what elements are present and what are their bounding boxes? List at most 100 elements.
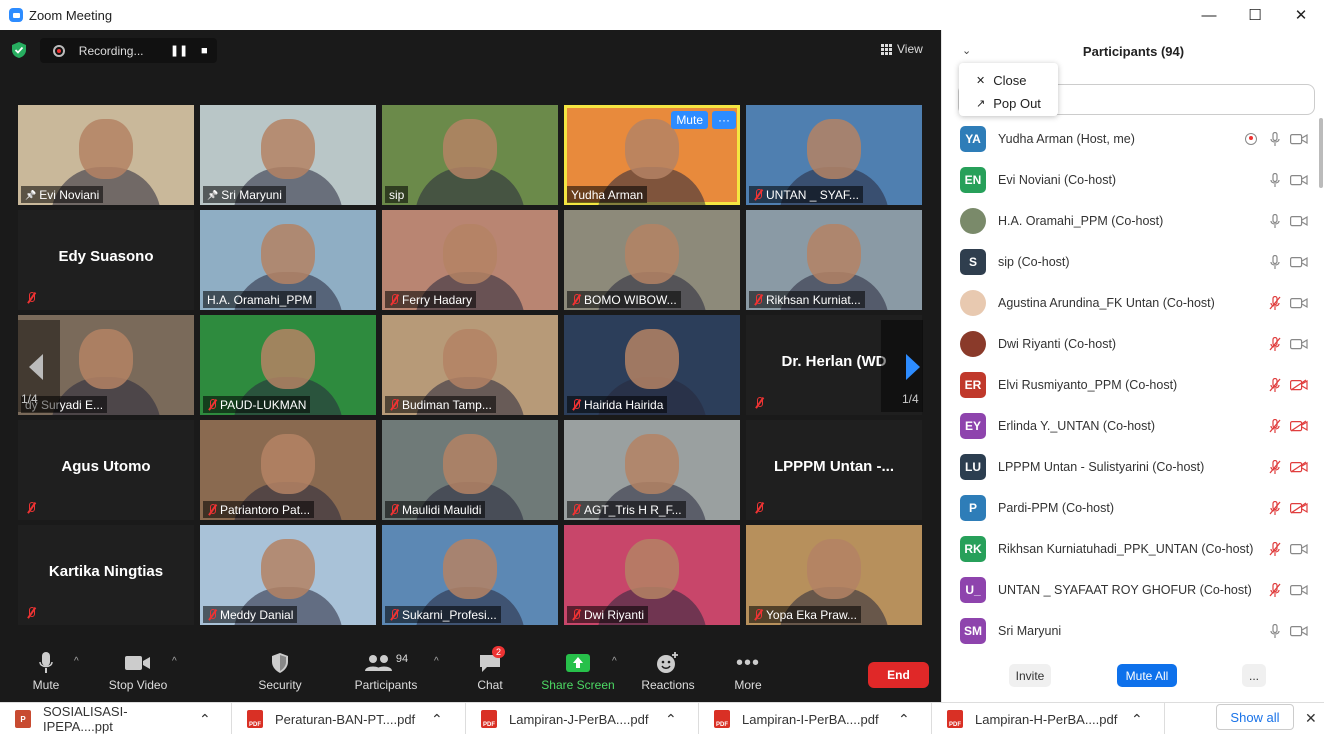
video-tile[interactable]: Hairida Hairida <box>564 315 740 415</box>
video-camera-icon[interactable] <box>1290 133 1308 145</box>
microphone-icon[interactable] <box>1269 254 1281 269</box>
chevron-up-icon[interactable]: ⌃ <box>665 711 677 728</box>
video-camera-icon[interactable] <box>1290 256 1308 268</box>
video-tile[interactable]: Ferry Hadary <box>382 210 558 310</box>
chevron-up-icon[interactable]: ⌃ <box>898 711 910 728</box>
participant-row[interactable]: ER Elvi Rusmiyanto_PPM (Co-host) <box>942 364 1324 405</box>
download-item[interactable]: PDF Lampiran-I-PerBA....pdf ⌃ <box>699 703 932 734</box>
video-tile[interactable]: BOMO WIBOW... <box>564 210 740 310</box>
microphone-muted-icon[interactable] <box>1269 459 1281 474</box>
video-tile[interactable]: Agus Utomo <box>18 420 194 520</box>
participant-row[interactable]: YA Yudha Arman (Host, me) <box>942 118 1324 159</box>
close-window-button[interactable]: ✕ <box>1278 0 1324 30</box>
end-meeting-button[interactable]: End <box>868 662 929 688</box>
chevron-up-icon[interactable]: ⌃ <box>199 711 211 728</box>
more-button[interactable]: ••• More <box>730 650 766 693</box>
share-screen-button[interactable]: Share Screen <box>540 650 616 692</box>
video-tile[interactable]: H.A. Oramahi_PPM <box>200 210 376 310</box>
video-camera-off-icon[interactable] <box>1290 501 1308 514</box>
video-tile[interactable]: 📌 Evi Noviani <box>18 105 194 205</box>
microphone-icon[interactable] <box>1269 131 1281 146</box>
mute-all-button[interactable]: Mute All <box>1117 664 1177 687</box>
next-page-button[interactable]: 1/4 <box>881 320 923 412</box>
microphone-muted-icon[interactable] <box>1269 295 1281 310</box>
participant-row[interactable]: LU LPPPM Untan - Sulistyarini (Co-host) <box>942 446 1324 487</box>
video-tile[interactable]: Patriantoro Pat... <box>200 420 376 520</box>
video-tile[interactable]: Meddy Danial <box>200 525 376 625</box>
menu-item-pop-out[interactable]: ↗ Pop Out <box>959 92 1058 115</box>
video-camera-icon[interactable] <box>1290 584 1308 596</box>
tile-mute-button[interactable]: Mute <box>671 111 708 129</box>
participant-row[interactable]: P Pardi-PPM (Co-host) <box>942 487 1324 528</box>
download-item[interactable]: P SOSIALISASI-IPEPA....ppt ⌃ <box>0 703 232 734</box>
video-tile[interactable]: LPPPM Untan -... <box>746 420 922 520</box>
video-tile[interactable]: Yopa Eka Praw... <box>746 525 922 625</box>
download-item[interactable]: PDF Lampiran-J-PerBA....pdf ⌃ <box>466 703 699 734</box>
video-tile[interactable]: AGT_Tris H R_F... <box>564 420 740 520</box>
video-tile[interactable]: Budiman Tamp... <box>382 315 558 415</box>
participant-row[interactable]: Dwi Riyanti (Co-host) <box>942 323 1324 364</box>
video-camera-off-icon[interactable] <box>1290 378 1308 391</box>
video-tile[interactable]: Yudha Arman Mute ··· <box>564 105 740 205</box>
view-button[interactable]: View <box>881 42 923 56</box>
microphone-icon[interactable] <box>1269 623 1281 638</box>
participant-row[interactable]: Agustina Arundina_FK Untan (Co-host) <box>942 282 1324 323</box>
menu-item-close[interactable]: ✕ Close <box>959 69 1058 92</box>
participant-row[interactable]: H.A. Oramahi_PPM (Co-host) <box>942 200 1324 241</box>
video-tile[interactable]: UNTAN _ SYAF... <box>746 105 922 205</box>
invite-button[interactable]: Invite <box>1009 664 1051 687</box>
video-camera-icon[interactable] <box>1290 543 1308 555</box>
chevron-up-icon[interactable]: ⌃ <box>431 711 443 728</box>
video-tile[interactable]: 📌 Sri Maryuni <box>200 105 376 205</box>
microphone-icon[interactable] <box>1269 213 1281 228</box>
participant-row[interactable]: EY Erlinda Y._UNTAN (Co-host) <box>942 405 1324 446</box>
participant-row[interactable]: U_ UNTAN _ SYAFAAT ROY GHOFUR (Co-host) <box>942 569 1324 610</box>
video-camera-icon[interactable] <box>1290 174 1308 186</box>
maximize-button[interactable]: ☐ <box>1232 0 1278 30</box>
tile-more-button[interactable]: ··· <box>712 111 736 129</box>
mute-options-caret-icon[interactable]: ^ <box>74 656 79 667</box>
video-tile[interactable]: PAUD-LUKMAN <box>200 315 376 415</box>
security-button[interactable]: Security <box>252 650 308 692</box>
reactions-button[interactable]: Reactions <box>638 650 698 692</box>
participants-options-caret-icon[interactable]: ^ <box>434 656 439 667</box>
microphone-muted-icon[interactable] <box>1269 582 1281 597</box>
participants-button[interactable]: 94 Participants <box>350 650 422 692</box>
video-camera-icon[interactable] <box>1290 297 1308 309</box>
download-item[interactable]: PDF Peraturan-BAN-PT....pdf ⌃ <box>232 703 466 734</box>
security-shield-icon[interactable] <box>11 41 27 59</box>
prev-page-button[interactable]: 1/4 <box>18 320 60 412</box>
video-camera-icon[interactable] <box>1290 338 1308 350</box>
mute-button[interactable]: Mute <box>24 650 68 692</box>
microphone-muted-icon[interactable] <box>1269 541 1281 556</box>
video-camera-icon[interactable] <box>1290 215 1308 227</box>
pause-recording-icon[interactable]: ❚❚ <box>166 44 191 57</box>
microphone-muted-icon[interactable] <box>1269 500 1281 515</box>
video-camera-off-icon[interactable] <box>1290 419 1308 432</box>
chat-button[interactable]: 2 Chat <box>470 646 510 692</box>
minimize-button[interactable]: — <box>1186 0 1232 30</box>
video-camera-off-icon[interactable] <box>1290 460 1308 473</box>
video-tile[interactable]: sip <box>382 105 558 205</box>
video-tile[interactable]: Edy Suasono <box>18 210 194 310</box>
participant-row[interactable]: EN Evi Noviani (Co-host) <box>942 159 1324 200</box>
microphone-muted-icon[interactable] <box>1269 418 1281 433</box>
video-tile[interactable]: Kartika Ningtias <box>18 525 194 625</box>
participant-row[interactable]: RK Rikhsan Kurniatuhadi_PPK_UNTAN (Co-hos… <box>942 528 1324 569</box>
video-tile[interactable]: Rikhsan Kurniat... <box>746 210 922 310</box>
stop-recording-icon[interactable]: ■ <box>192 45 217 57</box>
participants-scrollbar[interactable] <box>1319 118 1323 188</box>
microphone-muted-icon[interactable] <box>1269 336 1281 351</box>
close-downloads-bar-icon[interactable]: ✕ <box>1305 710 1317 727</box>
panel-more-button[interactable]: ... <box>1242 664 1266 687</box>
video-tile[interactable]: Dwi Riyanti <box>564 525 740 625</box>
participant-row[interactable]: SM Sri Maryuni <box>942 610 1324 651</box>
video-tile[interactable]: Sukarni_Profesi... <box>382 525 558 625</box>
chevron-up-icon[interactable]: ⌃ <box>1131 711 1143 728</box>
video-camera-icon[interactable] <box>1290 625 1308 637</box>
share-options-caret-icon[interactable]: ^ <box>612 656 617 667</box>
participant-row[interactable]: Ssip (Co-host) <box>942 241 1324 282</box>
video-tile[interactable]: Maulidi Maulidi <box>382 420 558 520</box>
video-options-caret-icon[interactable]: ^ <box>172 656 177 667</box>
download-item[interactable]: PDF Lampiran-H-PerBA....pdf ⌃ <box>932 703 1165 734</box>
